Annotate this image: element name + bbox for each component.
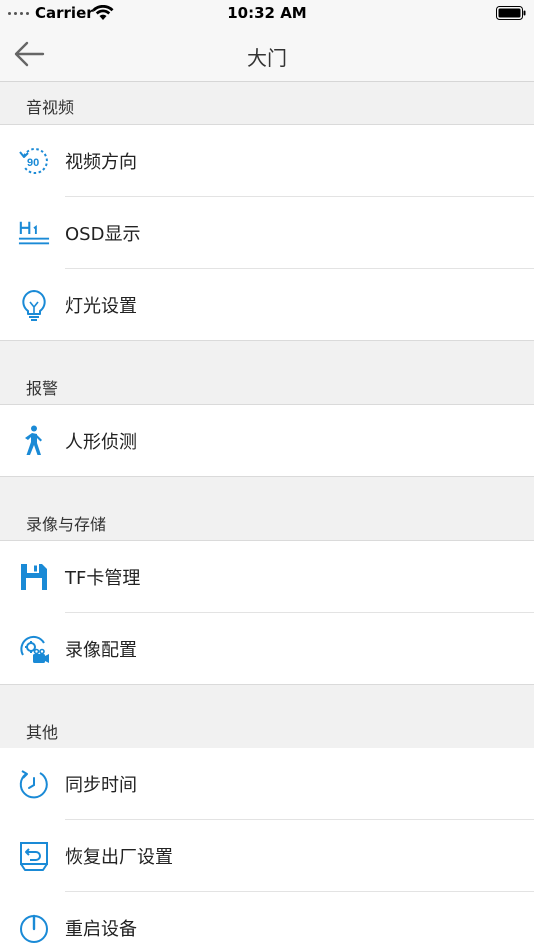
lightbulb-icon [22, 290, 46, 321]
row-label: OSD显示 [65, 224, 141, 245]
row-label: 灯光设置 [65, 296, 137, 317]
settings-row-light-settings[interactable]: 灯光设置 [0, 269, 534, 341]
clock-sync-icon [19, 770, 48, 799]
factory-reset-icon [20, 842, 48, 871]
power-icon [20, 914, 48, 943]
settings-row-human-detection[interactable]: 人形侦测 [0, 405, 534, 477]
settings-row-tf-card[interactable]: TF卡管理 [0, 541, 534, 613]
svg-text:90: 90 [27, 157, 39, 169]
walking-person-icon [25, 425, 42, 455]
section-header-audio-video: 音视频 [26, 98, 75, 117]
settings-row-factory-reset[interactable]: 恢复出厂设置 [0, 820, 534, 892]
status-bar: Carrier 10:32 AM [0, 0, 534, 28]
section-header-other: 其他 [26, 723, 59, 742]
camera-settings-icon [20, 635, 49, 663]
settings-row-recording-config[interactable]: 录像配置 [0, 613, 534, 685]
battery-icon [496, 6, 526, 20]
floppy-disk-icon [21, 564, 47, 590]
section-header-alarm: 报警 [26, 379, 59, 398]
row-label: 视频方向 [65, 152, 137, 173]
page-title: 大门 [247, 46, 287, 70]
settings-row-osd-display[interactable]: OSD显示 [0, 197, 534, 269]
section-header-recording-storage: 录像与存储 [26, 515, 107, 534]
status-time: 10:32 AM [227, 4, 307, 22]
settings-row-sync-time[interactable]: 同步时间 [0, 748, 534, 820]
row-label: 恢复出厂设置 [65, 847, 173, 868]
row-label: 重启设备 [65, 919, 137, 940]
navigation-bar: 大门 [0, 28, 534, 82]
row-label: 同步时间 [65, 775, 137, 796]
heading-h1-icon [18, 221, 50, 245]
rotate-90-icon: 90 [19, 148, 48, 174]
row-label: 录像配置 [65, 640, 137, 661]
settings-row-video-orientation[interactable]: 90 视频方向 [0, 125, 534, 197]
row-label: TF卡管理 [65, 568, 141, 589]
row-label: 人形侦测 [65, 432, 137, 453]
settings-row-restart-device[interactable]: 重启设备 [0, 892, 534, 950]
